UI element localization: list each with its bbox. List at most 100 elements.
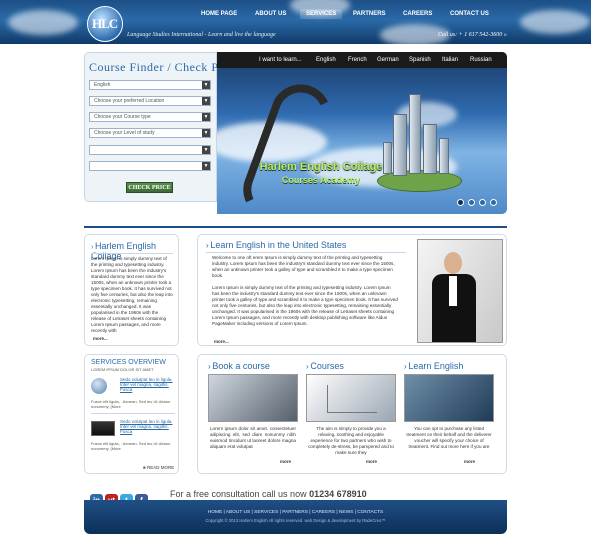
nav-partners[interactable]: PARTNERS (353, 11, 386, 17)
learn-english-title: Learn English in the United States (210, 240, 347, 250)
language-link-english[interactable]: English (316, 57, 336, 63)
plus-icon: ■ (143, 465, 146, 470)
feature-title: Learn English (408, 361, 464, 371)
hero-banner: I want to learn... English French German… (217, 52, 507, 214)
slider-dots (453, 199, 497, 208)
slider-dot[interactable] (490, 199, 497, 206)
slider-dot[interactable] (468, 199, 475, 206)
feature-text: The aim is simply to provide you a relax… (308, 426, 394, 455)
divider (206, 252, 406, 253)
learn-english-header: › Learn English in the United States (206, 240, 346, 250)
read-more-link[interactable]: ■ READ MORE (143, 465, 174, 470)
feature-text: Lorem ipsum dolor sit amet, consectetuer… (210, 426, 296, 449)
learn-english-paragraph-2: Lorem Ipsum is simply dummy text of the … (212, 285, 398, 326)
learn-english-more-link[interactable]: more... (214, 339, 229, 344)
services-overview-card: SERVICES OVERVIEW LOREM IPSUM DOLOR SIT … (84, 354, 179, 474)
select-value: Choose your preferred Location (94, 98, 165, 104)
business-meeting-photo (208, 374, 298, 422)
chevron-down-icon: ▼ (202, 113, 210, 121)
learn-english-paragraph-1: Welcome to one oft erem Ipsum is simply … (212, 255, 395, 278)
banner-subtitle: Courses Academy (281, 175, 361, 185)
chevron-right-icon: › (404, 362, 407, 371)
consultation-phone[interactable]: 01234 678910 (309, 489, 367, 499)
chevron-right-icon: › (306, 362, 309, 371)
chevron-right-icon: › (206, 241, 209, 250)
chevron-down-icon: ▼ (202, 146, 210, 154)
level-select[interactable]: Choose your Level of study ▼ (89, 128, 211, 138)
learn-english-card: › Learn English in the United States Wel… (197, 234, 507, 346)
feature-title: Book a course (212, 361, 270, 371)
select-value: Choose your Level of study (94, 130, 155, 136)
feature-more-link[interactable]: more (464, 459, 475, 464)
check-price-button[interactable]: CHECK PRICE (126, 182, 173, 193)
section-divider (84, 226, 507, 228)
nav-careers[interactable]: CAREERS (403, 11, 432, 17)
logo[interactable]: HLC (87, 6, 123, 42)
language-bar: I want to learn... English French German… (217, 52, 507, 68)
feature-header: › Courses (306, 361, 344, 371)
feature-more-link[interactable]: more (280, 459, 291, 464)
footer-copyright: Copyright © 2013 Harlem English All righ… (205, 518, 386, 523)
call-us-link[interactable]: Call us: + 1 617 542-3600 » (438, 32, 507, 38)
cloud-decoration (8, 10, 78, 35)
course-type-select[interactable]: Choose your Course type ▼ (89, 112, 211, 122)
cloud-decoration (520, 10, 590, 34)
service-item-link[interactable]: Sedo volutpat leo in ligula. Inter vel m… (120, 377, 174, 392)
page: HLC HOME PAGE ABOUT US SERVICES PARTNERS… (0, 0, 591, 546)
language-link-spanish[interactable]: Spanish (409, 57, 431, 63)
features-card: › Book a course Lorem ipsum dolor sit am… (197, 354, 507, 474)
feature-header: › Learn English (404, 361, 463, 371)
services-subtitle: LOREM IPSUM DOLOR SIT AMET (91, 367, 154, 372)
charts-photo (306, 374, 396, 422)
chevron-down-icon: ▼ (202, 81, 210, 89)
handshake-photo (404, 374, 494, 422)
feature-text: You can opt to purchase any listed treat… (406, 426, 492, 449)
consultation-banner: For a free consultation call us now 0123… (170, 489, 367, 499)
slider-dot[interactable] (457, 199, 464, 206)
read-more-label: READ MORE (146, 465, 175, 470)
language-select[interactable]: English ▼ (89, 80, 211, 90)
laptop-icon (91, 421, 115, 436)
location-select[interactable]: Choose your preferred Location ▼ (89, 96, 211, 106)
language-link-italian[interactable]: Italian (442, 57, 458, 63)
chevron-down-icon: ▼ (202, 97, 210, 105)
nav-home[interactable]: HOME PAGE (201, 11, 237, 17)
services-title: SERVICES OVERVIEW (91, 359, 166, 366)
feature-title: Courses (310, 361, 344, 371)
chevron-down-icon: ▼ (202, 162, 210, 170)
chevron-down-icon: ▼ (202, 129, 210, 137)
service-item-link[interactable]: Sedo volutpat leo in ligula. Inter vel m… (120, 419, 174, 434)
about-more-link[interactable]: more... (93, 336, 108, 341)
extra-select-1[interactable]: ▼ (89, 145, 211, 155)
header: HLC HOME PAGE ABOUT US SERVICES PARTNERS… (0, 0, 591, 44)
footer-links[interactable]: HOME | ABOUT US | SERVICES | PARTNERS | … (84, 510, 507, 515)
language-link-russian[interactable]: Russian (470, 57, 492, 63)
course-finder: Course Finder / Check Prices English ▼ Ch… (84, 52, 243, 202)
language-prompt: I want to learn... (259, 57, 302, 63)
footer: HOME | ABOUT US | SERVICES | PARTNERS | … (84, 500, 507, 534)
extra-select-2[interactable]: ▼ (89, 161, 211, 171)
globe-icon (91, 378, 107, 394)
consultation-text: For a free consultation call us now (170, 489, 307, 499)
select-value: Choose your Course type (94, 114, 151, 120)
banner-title: Harlem English Collage (259, 161, 383, 173)
language-link-german[interactable]: German (377, 57, 399, 63)
select-value: English (94, 82, 111, 88)
divider (91, 413, 175, 414)
businessman-photo (417, 239, 503, 343)
language-link-french[interactable]: French (348, 57, 367, 63)
nav-about[interactable]: ABOUT US (255, 11, 286, 17)
nav-contact[interactable]: CONTACT US (450, 11, 489, 17)
nav-services[interactable]: SERVICES (300, 9, 343, 19)
logo-text: HLC (92, 16, 118, 31)
divider (91, 253, 173, 254)
feature-more-link[interactable]: more (366, 459, 377, 464)
tagline: Language Studies International - Learn a… (127, 32, 276, 38)
feature-header: › Book a course (208, 361, 270, 371)
service-item-text: Fusce elit ligula, . Aenean. Sed leo Ut … (91, 441, 171, 451)
service-item-text: Fusce elit ligula, . Aenean. Sed leo Ut … (91, 399, 171, 409)
chevron-right-icon: › (91, 244, 94, 251)
slider-dot[interactable] (479, 199, 486, 206)
about-text: Lorem Ipsum is simply dummy text of the … (91, 256, 173, 333)
chevron-right-icon: › (208, 362, 211, 371)
